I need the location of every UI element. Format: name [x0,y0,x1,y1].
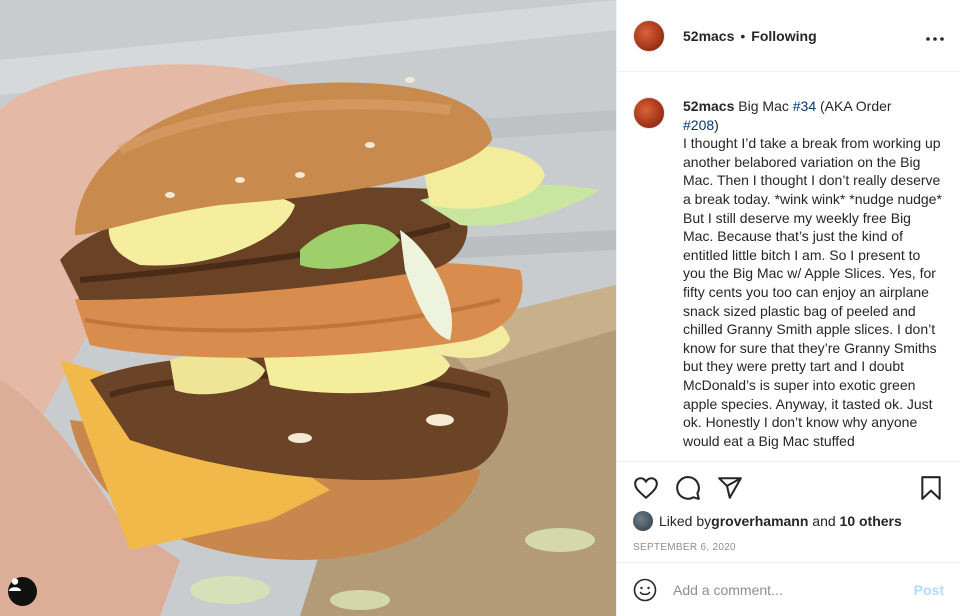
caption-username[interactable]: 52macs [683,98,734,114]
caption-section: 52macs Big Mac #34 (AKA Order #208) I th… [617,73,960,461]
likes-joiner: and [808,513,840,529]
liker-username[interactable]: groverhamann [711,513,808,529]
caption-body: I thought I’d take a break from working … [683,135,942,449]
comment-bar: Post [617,562,960,616]
hashtag-link[interactable]: #208 [683,117,714,133]
caption-text: 52macs Big Mac #34 (AKA Order #208) I th… [683,97,944,461]
liker-avatar[interactable] [633,511,653,531]
caption-title-b: (AKA Order [816,98,892,114]
avatar[interactable] [633,19,665,52]
likes-others-link[interactable]: 10 others [840,513,902,529]
post-comment-button[interactable]: Post [914,582,944,598]
comment-input[interactable] [673,581,914,598]
header-username[interactable]: 52macs [683,28,734,44]
post-date[interactable]: SEPTEMBER 6, 2020 [617,542,960,553]
emoji-icon[interactable] [633,578,657,602]
post-photo[interactable] [0,0,616,616]
post-sidebar: 52macs • Following 52macs Big Mac #34 (A… [616,0,960,616]
user-tag-icon [9,578,21,591]
likes-prefix: Liked by [659,513,712,529]
hashtag-link[interactable]: #34 [793,98,816,114]
caption-title-c: ) [714,116,719,133]
caption-avatar[interactable] [633,97,665,129]
bookmark-icon[interactable] [918,475,944,501]
post-header: 52macs • Following [617,0,960,72]
actions-section: Liked by groverhamann and 10 others SEPT… [617,461,960,553]
action-bar [617,462,960,514]
more-horizontal-icon [926,37,944,41]
caption-title-a: Big Mac [734,98,793,114]
heart-icon[interactable] [633,475,659,501]
following-button[interactable]: Following [751,28,816,44]
burger-image [0,0,616,616]
more-options-button[interactable] [926,25,944,46]
user-tag-button[interactable] [8,577,37,606]
likes-line: Liked by groverhamann and 10 others [617,511,960,531]
comment-icon[interactable] [675,475,701,501]
separator-dot: • [740,27,746,44]
share-icon[interactable] [717,475,743,501]
